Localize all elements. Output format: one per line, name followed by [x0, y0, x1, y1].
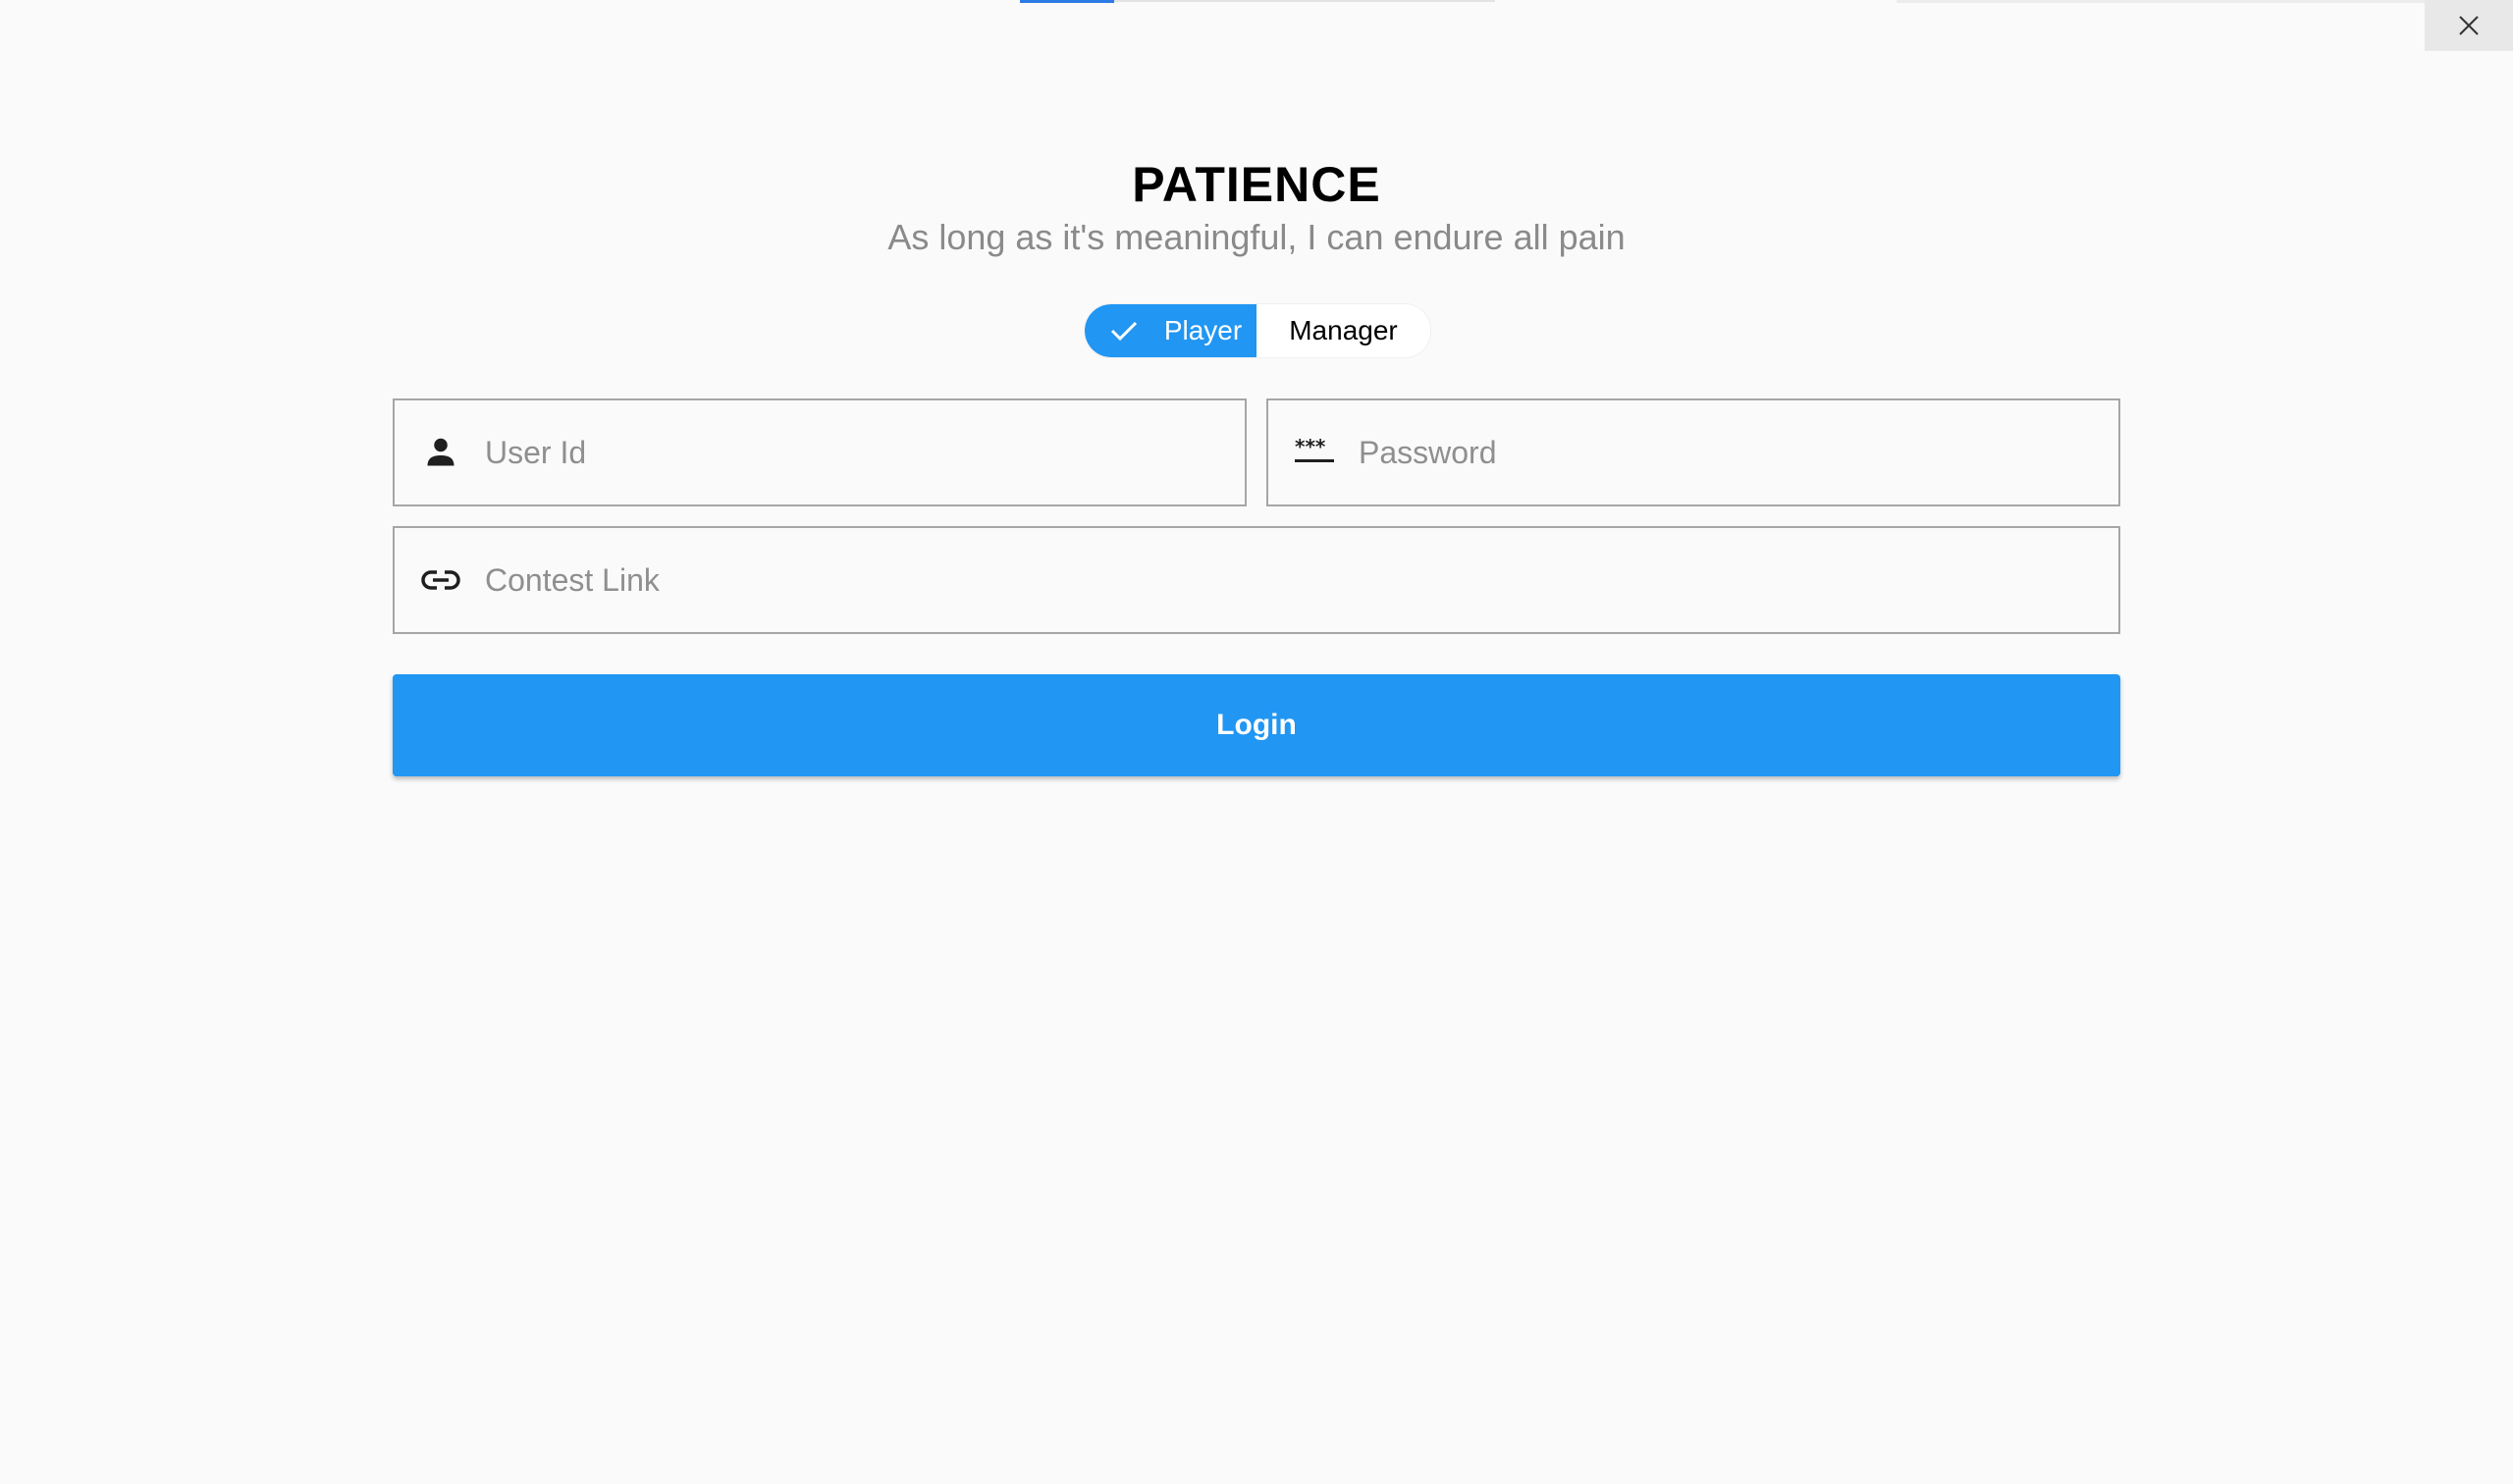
role-option-player[interactable]: Player: [1085, 304, 1256, 357]
person-icon: [418, 430, 463, 475]
top-divider-strip: [1114, 0, 1495, 2]
user-id-input[interactable]: [485, 400, 1245, 504]
password-icon: ***: [1292, 430, 1337, 475]
password-field[interactable]: ***: [1266, 398, 2120, 506]
header: PATIENCE As long as it's meaningful, I c…: [0, 149, 2513, 259]
link-icon: [418, 557, 463, 603]
top-accent-bar: [1020, 0, 1114, 3]
contest-link-field[interactable]: [393, 526, 2120, 634]
login-button[interactable]: Login: [393, 674, 2120, 776]
role-option-manager[interactable]: Manager: [1256, 304, 1430, 357]
role-option-label: Manager: [1289, 315, 1398, 345]
contest-link-input[interactable]: [485, 528, 2118, 632]
close-icon: [2458, 15, 2480, 36]
page-title: PATIENCE: [1132, 157, 1381, 212]
role-option-label: Player: [1163, 315, 1243, 345]
check-icon: [1109, 319, 1139, 343]
password-input[interactable]: [1359, 400, 2118, 504]
page-subtitle: As long as it's meaningful, I can endure…: [887, 217, 1626, 257]
close-button[interactable]: [2425, 0, 2513, 51]
top-divider-strip-right: [1897, 0, 2427, 3]
role-toggle: Player Manager: [1084, 303, 1431, 358]
svg-text:***: ***: [1295, 438, 1326, 458]
user-id-field[interactable]: [393, 398, 1247, 506]
login-window: PATIENCE As long as it's meaningful, I c…: [0, 0, 2513, 1484]
